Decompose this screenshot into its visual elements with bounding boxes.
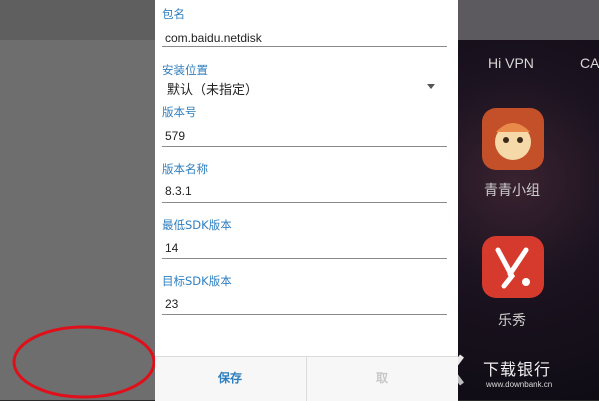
version-code-label: 版本号	[162, 105, 197, 119]
dialog-button-bar: 保存 取	[155, 356, 458, 401]
background-toolbar	[0, 0, 155, 40]
watermark-brand: 下载银行	[483, 360, 552, 379]
min-sdk-label: 最低SDK版本	[162, 218, 232, 232]
qingqing-app-label: 青青小组	[484, 183, 540, 199]
cancel-button[interactable]: 取	[307, 357, 457, 401]
version-code-field[interactable]: 579	[165, 129, 185, 143]
background-status-strip	[458, 0, 599, 40]
package-name-label: 包名	[162, 7, 185, 21]
version-name-field[interactable]: 8.3.1	[165, 184, 192, 198]
version-code-underline	[162, 146, 447, 147]
target-sdk-label: 目标SDK版本	[162, 274, 232, 288]
save-button[interactable]: 保存	[155, 357, 305, 401]
app-info-edit-dialog: 包名 com.baidu.netdisk 安装位置 默认（未指定） 版本号 57…	[155, 0, 458, 401]
install-location-label: 安装位置	[162, 63, 208, 77]
package-name-underline	[162, 46, 447, 47]
min-sdk-field[interactable]: 14	[165, 241, 178, 255]
min-sdk-underline	[162, 258, 447, 259]
lexiu-app-label: 乐秀	[498, 313, 526, 329]
watermark-url: www.downbank.cn	[486, 380, 553, 389]
version-name-underline	[162, 202, 447, 203]
lexiu-app-icon[interactable]	[482, 236, 544, 298]
background-left-panel	[0, 0, 155, 400]
hi-vpn-app-label[interactable]: Hi VPN	[488, 55, 534, 71]
background-home-screen: Hi VPN CA 青青小组 乐秀	[458, 0, 599, 400]
target-sdk-underline	[162, 314, 447, 315]
ca-app-label[interactable]: CA	[580, 55, 599, 71]
version-name-label: 版本名称	[162, 162, 208, 176]
package-name-field[interactable]: com.baidu.netdisk	[165, 31, 262, 45]
install-location-select[interactable]: 默认（未指定）	[167, 79, 258, 98]
qingqing-app-icon[interactable]	[482, 108, 544, 170]
target-sdk-field[interactable]: 23	[165, 297, 178, 311]
dropdown-arrow-icon[interactable]	[427, 84, 435, 89]
